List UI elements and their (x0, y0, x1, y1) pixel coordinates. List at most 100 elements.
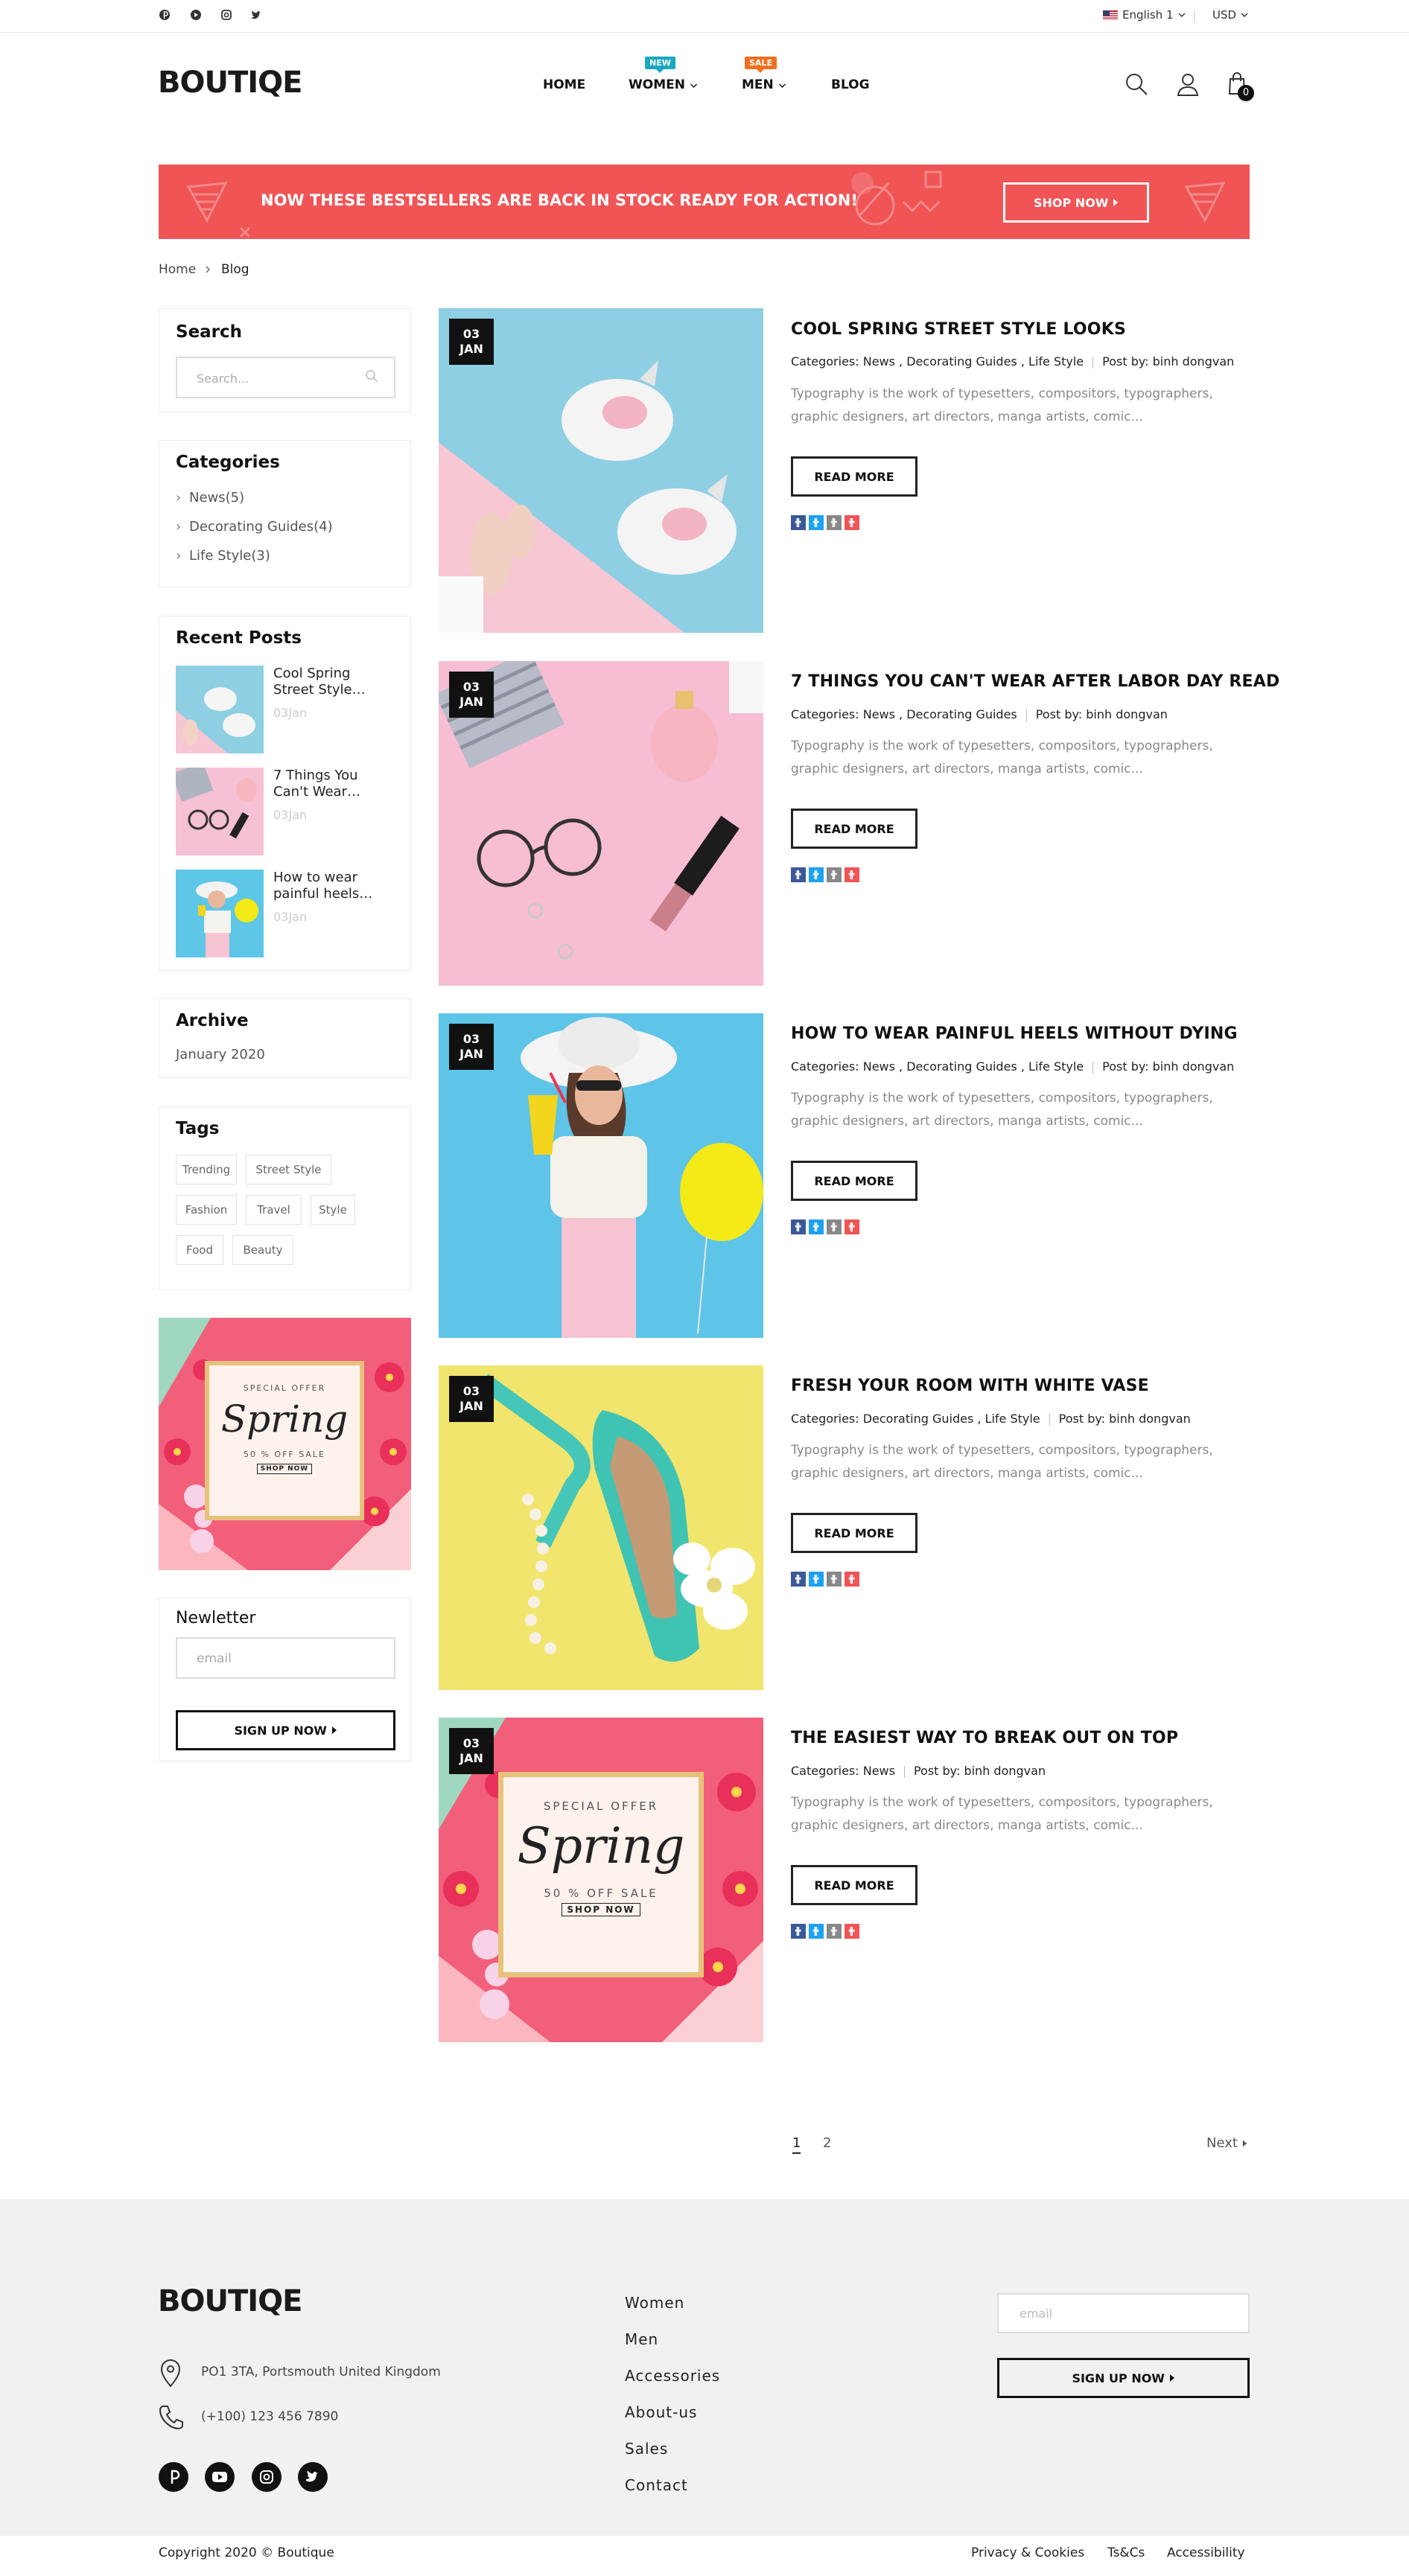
newsletter-email-input[interactable]: email (176, 1637, 395, 1679)
tag-street-style[interactable]: Street Style (246, 1155, 331, 1185)
plus-share-icon[interactable] (845, 867, 859, 882)
email-share-icon[interactable] (827, 1572, 842, 1587)
post-author[interactable]: Post by: binh dongvan (914, 1764, 1046, 1778)
footer-link-accessories[interactable]: Accessories (625, 2367, 720, 2385)
terms-link[interactable]: Ts&Cs (1107, 2545, 1145, 2560)
twitter-share-icon[interactable] (809, 867, 824, 882)
read-more-button[interactable]: READ MORE (791, 1513, 917, 1553)
page-2-link[interactable]: 2 (823, 2135, 831, 2151)
post-author[interactable]: Post by: binh dongvan (1059, 1412, 1191, 1426)
email-share-icon[interactable] (827, 515, 842, 530)
post-title[interactable]: 7 THINGS YOU CAN'T WEAR AFTER LABOR DAY … (791, 672, 1279, 691)
tag-travel[interactable]: Travel (246, 1195, 302, 1225)
instagram-icon[interactable] (252, 2462, 282, 2492)
footer-link-women[interactable]: Women (625, 2294, 684, 2312)
post-image[interactable]: 03 JAN (439, 308, 763, 633)
page-1-link[interactable]: 1 (792, 2135, 801, 2154)
tag-trending[interactable]: Trending (176, 1155, 237, 1185)
facebook-share-icon[interactable] (791, 1220, 806, 1234)
post-image[interactable]: 03 JAN (439, 1013, 763, 1338)
post-author[interactable]: Post by: binh dongvan (1102, 354, 1234, 369)
banner-shop-now-button[interactable]: SHOP NOW (1003, 182, 1149, 223)
nav-men[interactable]: MEN (742, 77, 786, 92)
archive-item[interactable]: January 2020 (176, 1047, 265, 1062)
recent-post-thumbnail[interactable] (176, 666, 264, 753)
footer-link-contact[interactable]: Contact (625, 2476, 688, 2494)
read-more-button[interactable]: READ MORE (791, 1161, 917, 1201)
footer-link-men[interactable]: Men (625, 2330, 658, 2348)
post-categories[interactable]: Categories: Decorating Guides , Life Sty… (791, 1412, 1040, 1426)
twitter-share-icon[interactable] (809, 1924, 824, 1939)
twitter-share-icon[interactable] (809, 1572, 824, 1587)
recent-post-thumbnail[interactable] (176, 870, 264, 957)
sidebar-search-input[interactable]: Search... (176, 357, 395, 398)
footer-link-sales[interactable]: Sales (625, 2440, 668, 2458)
youtube-icon[interactable] (188, 7, 203, 22)
twitter-share-icon[interactable] (809, 1220, 824, 1234)
pinterest-icon[interactable] (157, 7, 172, 22)
plus-share-icon[interactable] (845, 515, 859, 530)
pinterest-icon[interactable] (159, 2462, 188, 2492)
category-life-style[interactable]: › Life Style(3) (176, 548, 270, 564)
instagram-icon[interactable] (219, 7, 234, 22)
tag-beauty[interactable]: Beauty (232, 1235, 293, 1265)
email-share-icon[interactable] (827, 867, 842, 882)
recent-post-title[interactable]: How to wear painful heels… (273, 870, 392, 902)
recent-post-title[interactable]: Cool Spring Street Style… (273, 666, 392, 698)
post-image[interactable]: 03 JAN (439, 1365, 763, 1690)
twitter-icon[interactable] (298, 2462, 328, 2492)
post-author[interactable]: Post by: binh dongvan (1036, 707, 1168, 721)
facebook-share-icon[interactable] (791, 1924, 806, 1939)
nav-women[interactable]: WOMEN (629, 77, 698, 92)
twitter-share-icon[interactable] (809, 515, 824, 530)
plus-share-icon[interactable] (845, 1220, 859, 1234)
post-title[interactable]: FRESH YOUR ROOM WITH WHITE VASE (791, 1377, 1149, 1395)
post-image[interactable]: SPECIAL OFFER Spring 50 % OFF SALE SHOP … (439, 1718, 763, 2042)
category-decorating-guides[interactable]: › Decorating Guides(4) (176, 519, 333, 535)
post-author[interactable]: Post by: binh dongvan (1102, 1059, 1234, 1074)
facebook-share-icon[interactable] (791, 515, 806, 530)
post-categories[interactable]: Categories: News , Decorating Guides , L… (791, 1059, 1084, 1074)
recent-post-title[interactable]: 7 Things You Can't Wear… (273, 768, 392, 800)
email-share-icon[interactable] (827, 1924, 842, 1939)
recent-post-thumbnail[interactable] (176, 768, 264, 855)
youtube-icon[interactable] (205, 2462, 235, 2492)
read-more-button[interactable]: READ MORE (791, 809, 917, 849)
post-categories[interactable]: Categories: News , Decorating Guides , L… (791, 354, 1084, 369)
search-icon[interactable] (365, 369, 378, 383)
user-icon[interactable] (1175, 71, 1200, 97)
twitter-icon[interactable] (249, 7, 264, 22)
category-news[interactable]: › News(5) (176, 490, 244, 506)
facebook-share-icon[interactable] (791, 867, 806, 882)
nav-blog[interactable]: BLOG (831, 77, 870, 92)
footer-signup-button[interactable]: SIGN UP NOW (997, 2358, 1250, 2398)
logo[interactable]: BOUTIQE (158, 66, 302, 100)
tag-style[interactable]: Style (311, 1195, 355, 1225)
email-share-icon[interactable] (827, 1220, 842, 1234)
privacy-cookies-link[interactable]: Privacy & Cookies (971, 2545, 1084, 2560)
accessibility-link[interactable]: Accessibility (1167, 2545, 1245, 2560)
spring-promo-image[interactable]: SPECIAL OFFER Spring 50 % OFF SALE SHOP … (159, 1318, 411, 1570)
post-image[interactable]: 03 JAN (439, 661, 763, 986)
read-more-button[interactable]: READ MORE (791, 456, 917, 497)
post-title[interactable]: COOL SPRING STREET STYLE LOOKS (791, 320, 1126, 339)
next-page-link[interactable]: Next (1206, 2135, 1247, 2151)
footer-logo[interactable]: BOUTIQE (158, 2284, 302, 2318)
search-icon[interactable] (1124, 71, 1149, 97)
breadcrumb-home[interactable]: Home (159, 262, 196, 277)
language-selector[interactable]: English 1 (1103, 8, 1186, 22)
facebook-share-icon[interactable] (791, 1572, 806, 1587)
post-categories[interactable]: Categories: News (791, 1764, 895, 1778)
newsletter-signup-button[interactable]: SIGN UP NOW (176, 1710, 395, 1750)
post-title[interactable]: HOW TO WEAR PAINFUL HEELS WITHOUT DYING (791, 1024, 1238, 1043)
footer-link-about-us[interactable]: About-us (625, 2403, 697, 2421)
plus-share-icon[interactable] (845, 1572, 859, 1587)
post-title[interactable]: THE EASIEST WAY TO BREAK OUT ON TOP (791, 1729, 1178, 1747)
plus-share-icon[interactable] (845, 1924, 859, 1939)
post-categories[interactable]: Categories: News , Decorating Guides (791, 707, 1017, 721)
footer-email-input[interactable]: email (997, 2293, 1250, 2333)
currency-selector[interactable]: USD (1212, 8, 1248, 22)
nav-home[interactable]: HOME (543, 77, 585, 92)
tag-food[interactable]: Food (176, 1235, 223, 1265)
read-more-button[interactable]: READ MORE (791, 1865, 917, 1905)
